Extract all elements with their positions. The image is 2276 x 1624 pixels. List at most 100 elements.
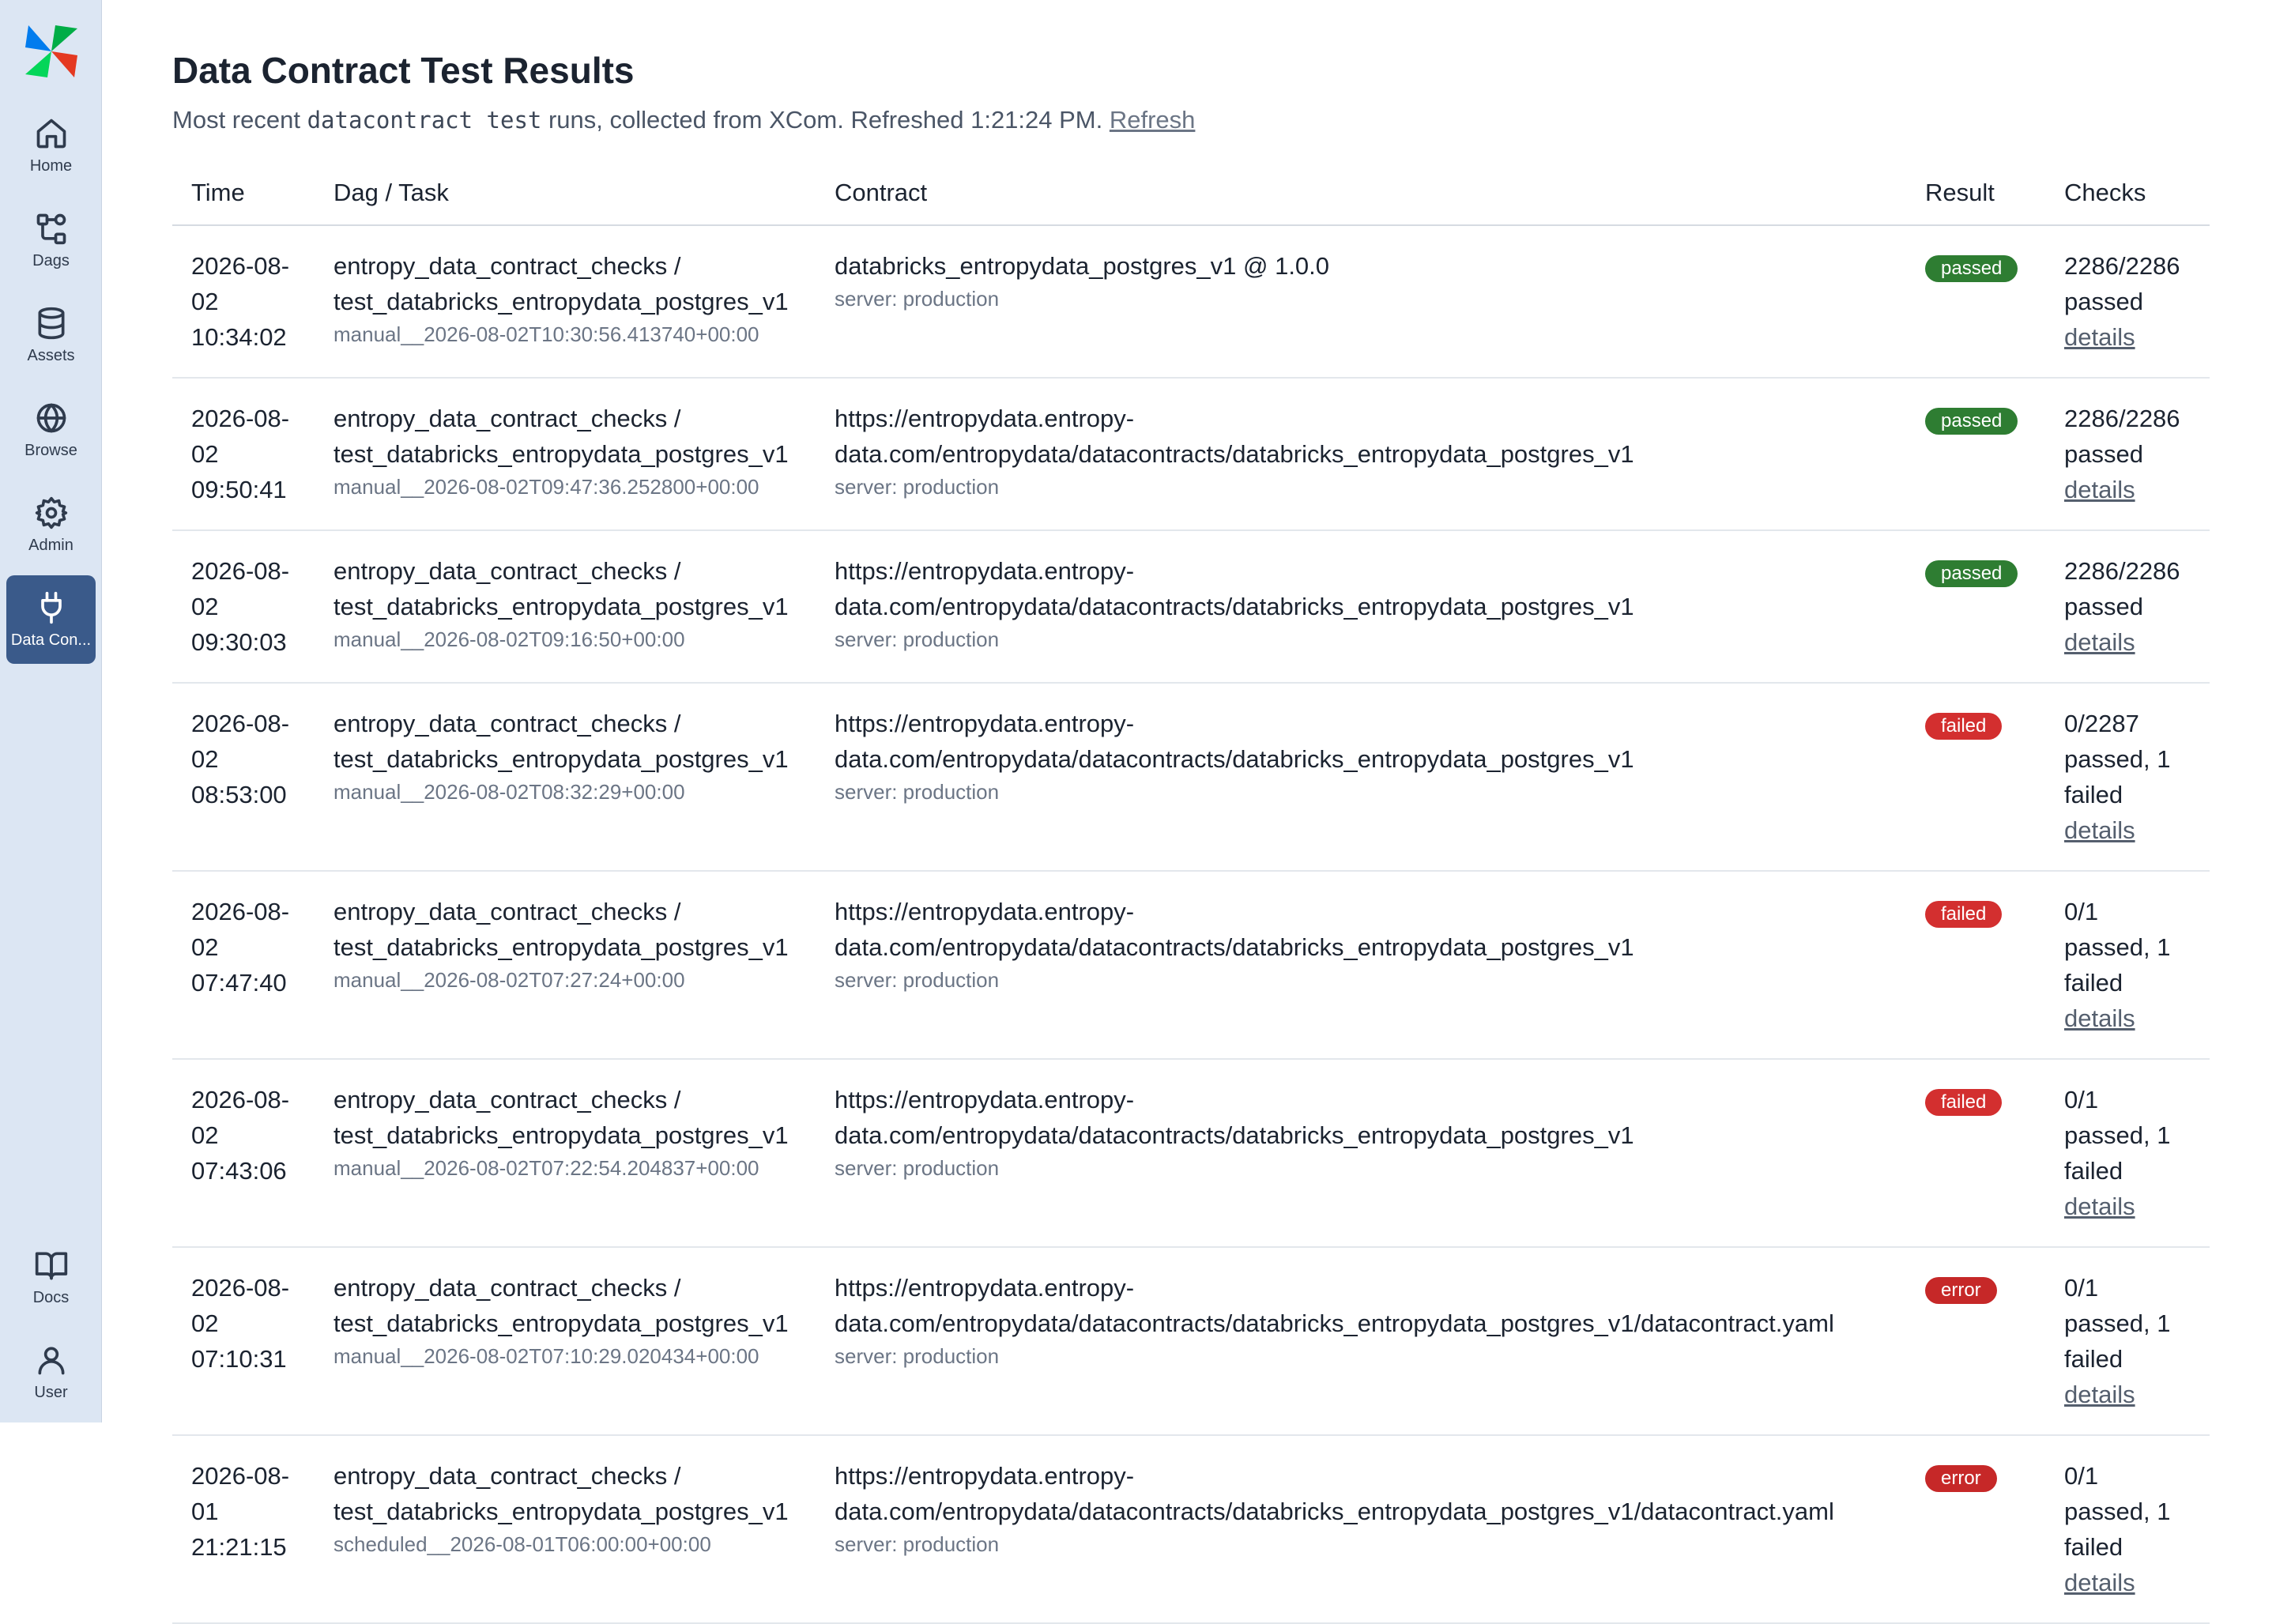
server-label: server: production xyxy=(835,780,1000,804)
cell-checks: 0/1 passed, 1 failed details xyxy=(2045,1059,2210,1248)
cell-time: 2026-08-02 07:47:40 xyxy=(172,871,315,1060)
sidebar-item-docs[interactable]: Docs xyxy=(6,1233,96,1321)
cell-dag-task: entropy_data_contract_checks / test_data… xyxy=(315,530,816,684)
contract-ref: https://entropydata.entropy-data.com/ent… xyxy=(835,1274,1834,1337)
status-badge: passed xyxy=(1925,408,2018,435)
sidebar-item-label: Assets xyxy=(27,346,75,364)
run-id: manual__2026-08-02T07:22:54.204837+00:00 xyxy=(333,1156,759,1180)
sidebar-item-browse[interactable]: Browse xyxy=(6,386,96,474)
task-name[interactable]: test_databricks_entropydata_postgres_v1 xyxy=(333,1306,797,1341)
contract-ref: https://entropydata.entropy-data.com/ent… xyxy=(835,557,1634,620)
results-table: Time Dag / Task Contract Result Checks 2… xyxy=(172,163,2210,1624)
details-link[interactable]: details xyxy=(2064,816,2135,844)
cell-result: failed xyxy=(1906,871,2045,1060)
status-badge: passed xyxy=(1925,560,2018,587)
column-header-checks[interactable]: Checks xyxy=(2045,163,2210,226)
dag-name[interactable]: entropy_data_contract_checks / xyxy=(333,1458,797,1494)
server-label: server: production xyxy=(835,1532,1000,1556)
run-id: manual__2026-08-02T10:30:56.413740+00:00 xyxy=(333,322,759,346)
task-name[interactable]: test_databricks_entropydata_postgres_v1 xyxy=(333,929,797,965)
time-clock: 07:47:40 xyxy=(191,969,287,997)
run-id: manual__2026-08-02T07:27:24+00:00 xyxy=(333,968,685,992)
cell-time: 2026-08-02 09:30:03 xyxy=(172,530,315,684)
dag-name[interactable]: entropy_data_contract_checks / xyxy=(333,401,797,436)
column-header-contract[interactable]: Contract xyxy=(816,163,1906,226)
status-badge: passed xyxy=(1925,255,2018,282)
table-row: 2026-08-02 09:50:41 entropy_data_contrac… xyxy=(172,378,2210,531)
contract-ref: databricks_entropydata_postgres_v1 @ 1.0… xyxy=(835,252,1330,280)
details-link[interactable]: details xyxy=(2064,1004,2135,1032)
cell-dag-task: entropy_data_contract_checks / test_data… xyxy=(315,1247,816,1436)
details-link[interactable]: details xyxy=(2064,476,2135,503)
sidebar-item-dags[interactable]: Dags xyxy=(6,196,96,284)
sidebar-item-label: Admin xyxy=(28,536,73,554)
server-label: server: production xyxy=(835,1156,1000,1180)
time-date: 2026-08-02 xyxy=(191,898,290,961)
table-row: 2026-08-02 09:30:03 entropy_data_contrac… xyxy=(172,530,2210,684)
dag-name[interactable]: entropy_data_contract_checks / xyxy=(333,553,797,589)
details-link[interactable]: details xyxy=(2064,1569,2135,1596)
sidebar-item-data-contracts[interactable]: Data Con... xyxy=(6,575,96,664)
cell-contract: https://entropydata.entropy-data.com/ent… xyxy=(816,530,1906,684)
checks-summary: 0/2287 passed, 1 failed xyxy=(2064,710,2171,808)
cell-result: failed xyxy=(1906,1059,2045,1248)
cell-checks: 0/1 passed, 1 failed details xyxy=(2045,1247,2210,1436)
cell-time: 2026-08-01 21:21:15 xyxy=(172,1435,315,1624)
cell-checks: 2286/2286 passed details xyxy=(2045,378,2210,531)
airflow-logo-icon[interactable] xyxy=(24,24,79,79)
cell-dag-task: entropy_data_contract_checks / test_data… xyxy=(315,871,816,1060)
server-label: server: production xyxy=(835,1344,1000,1368)
time-clock: 10:34:02 xyxy=(191,323,287,351)
refresh-link[interactable]: Refresh xyxy=(1110,106,1196,134)
status-badge: error xyxy=(1925,1277,1997,1304)
cell-result: error xyxy=(1906,1247,2045,1436)
run-id: scheduled__2026-08-01T06:00:00+00:00 xyxy=(333,1532,711,1556)
cell-contract: https://entropydata.entropy-data.com/ent… xyxy=(816,1435,1906,1624)
cell-result: error xyxy=(1906,1435,2045,1624)
details-link[interactable]: details xyxy=(2064,628,2135,656)
dag-name[interactable]: entropy_data_contract_checks / xyxy=(333,1082,797,1117)
sidebar-item-user[interactable]: User xyxy=(6,1328,96,1416)
book-icon xyxy=(35,1252,67,1279)
table-row: 2026-08-02 08:53:00 entropy_data_contrac… xyxy=(172,683,2210,872)
cell-checks: 2286/2286 passed details xyxy=(2045,225,2210,379)
cell-time: 2026-08-02 07:43:06 xyxy=(172,1059,315,1248)
details-link[interactable]: details xyxy=(2064,323,2135,351)
time-date: 2026-08-01 xyxy=(191,1462,290,1525)
status-badge: error xyxy=(1925,1465,1997,1492)
task-name[interactable]: test_databricks_entropydata_postgres_v1 xyxy=(333,1117,797,1153)
details-link[interactable]: details xyxy=(2064,1193,2135,1220)
task-name[interactable]: test_databricks_entropydata_postgres_v1 xyxy=(333,284,797,319)
details-link[interactable]: details xyxy=(2064,1381,2135,1408)
task-name[interactable]: test_databricks_entropydata_postgres_v1 xyxy=(333,1494,797,1529)
cell-contract: https://entropydata.entropy-data.com/ent… xyxy=(816,378,1906,531)
cell-dag-task: entropy_data_contract_checks / test_data… xyxy=(315,1435,816,1624)
dag-name[interactable]: entropy_data_contract_checks / xyxy=(333,1270,797,1306)
cell-contract: https://entropydata.entropy-data.com/ent… xyxy=(816,683,1906,872)
cell-contract: https://entropydata.entropy-data.com/ent… xyxy=(816,871,1906,1060)
column-header-result[interactable]: Result xyxy=(1906,163,2045,226)
table-row: 2026-08-02 07:47:40 entropy_data_contrac… xyxy=(172,871,2210,1060)
server-label: server: production xyxy=(835,287,1000,311)
cell-checks: 0/1 passed, 1 failed details xyxy=(2045,1435,2210,1624)
column-header-dag-task[interactable]: Dag / Task xyxy=(315,163,816,226)
sidebar-item-home[interactable]: Home xyxy=(6,101,96,190)
time-date: 2026-08-02 xyxy=(191,710,290,773)
table-body: 2026-08-02 10:34:02 entropy_data_contrac… xyxy=(172,225,2210,1624)
dag-name[interactable]: entropy_data_contract_checks / xyxy=(333,248,797,284)
cell-time: 2026-08-02 10:34:02 xyxy=(172,225,315,379)
server-label: server: production xyxy=(835,968,1000,992)
task-name[interactable]: test_databricks_entropydata_postgres_v1 xyxy=(333,741,797,777)
run-id: manual__2026-08-02T07:10:29.020434+00:00 xyxy=(333,1344,759,1368)
sidebar-item-admin[interactable]: Admin xyxy=(6,480,96,569)
time-clock: 09:30:03 xyxy=(191,628,287,656)
task-name[interactable]: test_databricks_entropydata_postgres_v1 xyxy=(333,436,797,472)
dag-name[interactable]: entropy_data_contract_checks / xyxy=(333,894,797,929)
task-name[interactable]: test_databricks_entropydata_postgres_v1 xyxy=(333,589,797,624)
contract-ref: https://entropydata.entropy-data.com/ent… xyxy=(835,1086,1634,1149)
database-icon xyxy=(38,307,64,339)
cell-checks: 2286/2286 passed details xyxy=(2045,530,2210,684)
sidebar-item-assets[interactable]: Assets xyxy=(6,291,96,379)
column-header-time[interactable]: Time xyxy=(172,163,315,226)
dag-name[interactable]: entropy_data_contract_checks / xyxy=(333,706,797,741)
